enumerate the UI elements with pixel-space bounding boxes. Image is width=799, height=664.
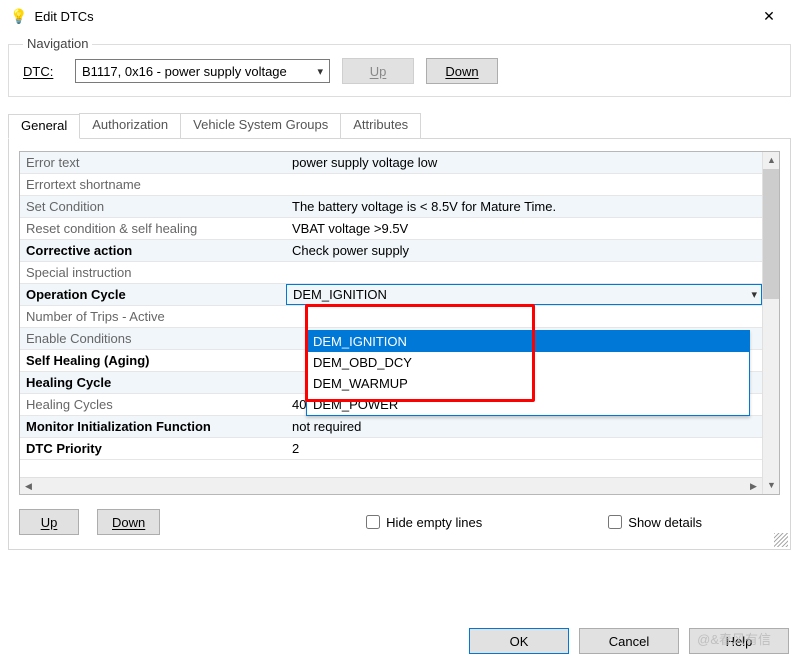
dd-item-dem-ignition[interactable]: DEM_IGNITION: [307, 331, 749, 352]
tabs-container: General Authorization Vehicle System Gro…: [8, 113, 791, 550]
dtc-select[interactable]: B1117, 0x16 - power supply voltage: [75, 59, 330, 83]
dd-item-dem-warmup[interactable]: DEM_WARMUP: [307, 373, 749, 394]
help-button[interactable]: Help: [689, 628, 789, 654]
tabs: General Authorization Vehicle System Gro…: [8, 113, 791, 138]
panel-footer: Up Down Hide empty lines Show details: [19, 509, 780, 535]
row-error-text[interactable]: Error text power supply voltage low: [20, 152, 762, 174]
window-root: 💡 Edit DTCs ✕ Navigation DTC: B1117, 0x1…: [0, 0, 799, 664]
show-details-checkbox[interactable]: Show details: [608, 515, 702, 530]
tab-general[interactable]: General: [8, 114, 80, 139]
navigation-legend: Navigation: [23, 36, 92, 51]
scroll-left-icon[interactable]: ◀: [20, 478, 37, 495]
operation-cycle-select[interactable]: DEM_IGNITION: [286, 284, 762, 305]
row-corrective-action[interactable]: Corrective action Check power supply: [20, 240, 762, 262]
hide-empty-lines-checkbox[interactable]: Hide empty lines: [366, 515, 482, 530]
resize-grip[interactable]: [774, 533, 788, 547]
scroll-right-icon[interactable]: ▶: [745, 478, 762, 495]
nav-up-button: Up: [342, 58, 414, 84]
row-special-instruction[interactable]: Special instruction: [20, 262, 762, 284]
tab-authorization[interactable]: Authorization: [79, 113, 181, 138]
grid-body: Error text power supply voltage low Erro…: [20, 152, 762, 494]
row-set-condition[interactable]: Set Condition The battery voltage is < 8…: [20, 196, 762, 218]
lightbulb-icon: 💡: [10, 8, 27, 25]
grid-up-button[interactable]: Up: [19, 509, 79, 535]
row-operation-cycle[interactable]: Operation Cycle DEM_IGNITION: [20, 284, 762, 306]
dd-item-dem-obd-dcy[interactable]: DEM_OBD_DCY: [307, 352, 749, 373]
row-num-trips-active[interactable]: Number of Trips - Active: [20, 306, 762, 328]
tab-vehicle-system-groups[interactable]: Vehicle System Groups: [180, 113, 341, 138]
tab-attributes[interactable]: Attributes: [340, 113, 421, 138]
row-errortext-shortname[interactable]: Errortext shortname: [20, 174, 762, 196]
ok-button[interactable]: OK: [469, 628, 569, 654]
show-details-input[interactable]: [608, 515, 622, 529]
row-monitor-init-fn[interactable]: Monitor Initialization Function not requ…: [20, 416, 762, 438]
navigation-fieldset: Navigation DTC: B1117, 0x16 - power supp…: [8, 44, 791, 97]
dtc-label: DTC:: [23, 64, 63, 79]
content-area: Navigation DTC: B1117, 0x16 - power supp…: [0, 32, 799, 558]
dialog-footer: OK Cancel Help: [469, 628, 789, 654]
operation-cycle-dropdown[interactable]: DEM_IGNITION DEM_OBD_DCY DEM_WARMUP DEM_…: [306, 330, 750, 416]
properties-grid: Error text power supply voltage low Erro…: [19, 151, 780, 495]
vertical-scrollbar[interactable]: ▲ ▼: [762, 152, 779, 494]
close-icon[interactable]: ✕: [749, 8, 789, 25]
titlebar: 💡 Edit DTCs ✕: [0, 0, 799, 32]
nav-down-button[interactable]: Down: [426, 58, 498, 84]
hide-empty-lines-input[interactable]: [366, 515, 380, 529]
scroll-thumb[interactable]: [763, 169, 779, 299]
scroll-down-icon[interactable]: ▼: [763, 477, 780, 494]
dd-item-dem-power[interactable]: DEM_POWER: [307, 394, 749, 415]
horizontal-scrollbar[interactable]: ◀ ▶: [20, 477, 762, 494]
navigation-row: DTC: B1117, 0x16 - power supply voltage …: [23, 58, 780, 84]
scroll-up-icon[interactable]: ▲: [763, 152, 780, 169]
row-dtc-priority[interactable]: DTC Priority 2: [20, 438, 762, 460]
window-title: Edit DTCs: [34, 9, 749, 24]
grid-down-button[interactable]: Down: [97, 509, 160, 535]
tab-panel-general: Error text power supply voltage low Erro…: [8, 138, 791, 550]
row-reset-condition[interactable]: Reset condition & self healing VBAT volt…: [20, 218, 762, 240]
cancel-button[interactable]: Cancel: [579, 628, 679, 654]
dtc-select-value: B1117, 0x16 - power supply voltage: [82, 64, 287, 79]
